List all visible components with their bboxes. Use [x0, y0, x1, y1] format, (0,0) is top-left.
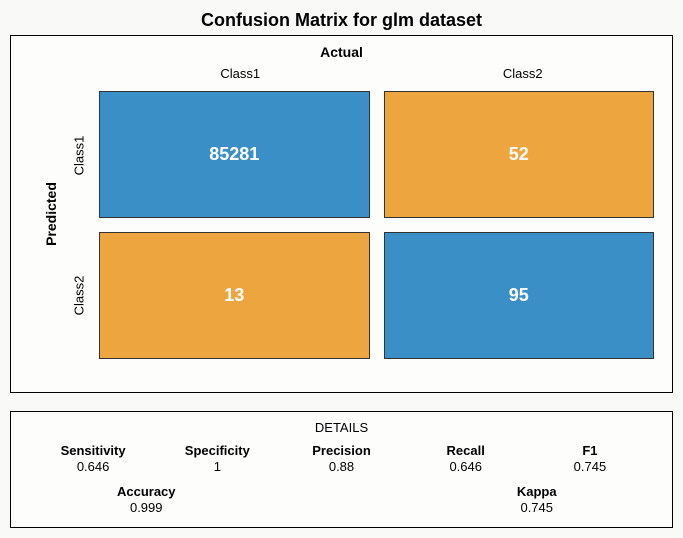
metrics-row-1: Sensitivity 0.646 Specificity 1 Precisio… — [31, 443, 652, 474]
metric-specificity: Specificity 1 — [155, 443, 279, 474]
metric-label: Precision — [279, 443, 403, 458]
metric-label: Recall — [404, 443, 528, 458]
metric-value: 0.745 — [528, 459, 652, 474]
matrix-grid: Class1 Class2 85281 52 13 95 — [59, 85, 664, 365]
metric-label: Kappa — [422, 484, 653, 499]
col-header-class1: Class1 — [99, 62, 382, 85]
metric-label: Accuracy — [31, 484, 262, 499]
row-label-class2: Class2 — [59, 225, 99, 365]
metric-label: F1 — [528, 443, 652, 458]
metric-value: 0.745 — [422, 500, 653, 515]
metric-value: 0.88 — [279, 459, 403, 474]
metric-accuracy: Accuracy 0.999 — [31, 484, 262, 515]
metric-sensitivity: Sensitivity 0.646 — [31, 443, 155, 474]
metric-value: 0.646 — [404, 459, 528, 474]
metric-kappa: Kappa 0.745 — [422, 484, 653, 515]
col-header-class2: Class2 — [382, 62, 665, 85]
metric-value: 1 — [155, 459, 279, 474]
details-heading: DETAILS — [31, 420, 652, 435]
cell-pred1-actual1: 85281 — [99, 91, 370, 218]
details-panel: DETAILS Sensitivity 0.646 Specificity 1 … — [10, 411, 673, 528]
column-headers: Class1 Class2 — [99, 62, 664, 85]
metric-value: 0.999 — [31, 500, 262, 515]
metrics-row-2: Accuracy 0.999 Kappa 0.745 — [31, 484, 652, 515]
row-labels: Class1 Class2 — [59, 85, 99, 365]
actual-axis-label: Actual — [19, 44, 664, 60]
metric-label: Sensitivity — [31, 443, 155, 458]
metric-precision: Precision 0.88 — [279, 443, 403, 474]
metric-value: 0.646 — [31, 459, 155, 474]
cell-pred2-actual2: 95 — [384, 232, 655, 359]
metric-recall: Recall 0.646 — [404, 443, 528, 474]
metric-f1: F1 0.745 — [528, 443, 652, 474]
chart-title: Confusion Matrix for glm dataset — [10, 10, 673, 31]
confusion-matrix-panel: Actual Predicted Class1 Class2 Class1 Cl… — [10, 35, 673, 393]
predicted-axis-label: Predicted — [43, 182, 59, 246]
matrix-cells: 85281 52 13 95 — [99, 85, 664, 365]
cell-pred2-actual1: 13 — [99, 232, 370, 359]
row-label-class1: Class1 — [59, 85, 99, 225]
metric-label: Specificity — [155, 443, 279, 458]
cell-pred1-actual2: 52 — [384, 91, 655, 218]
